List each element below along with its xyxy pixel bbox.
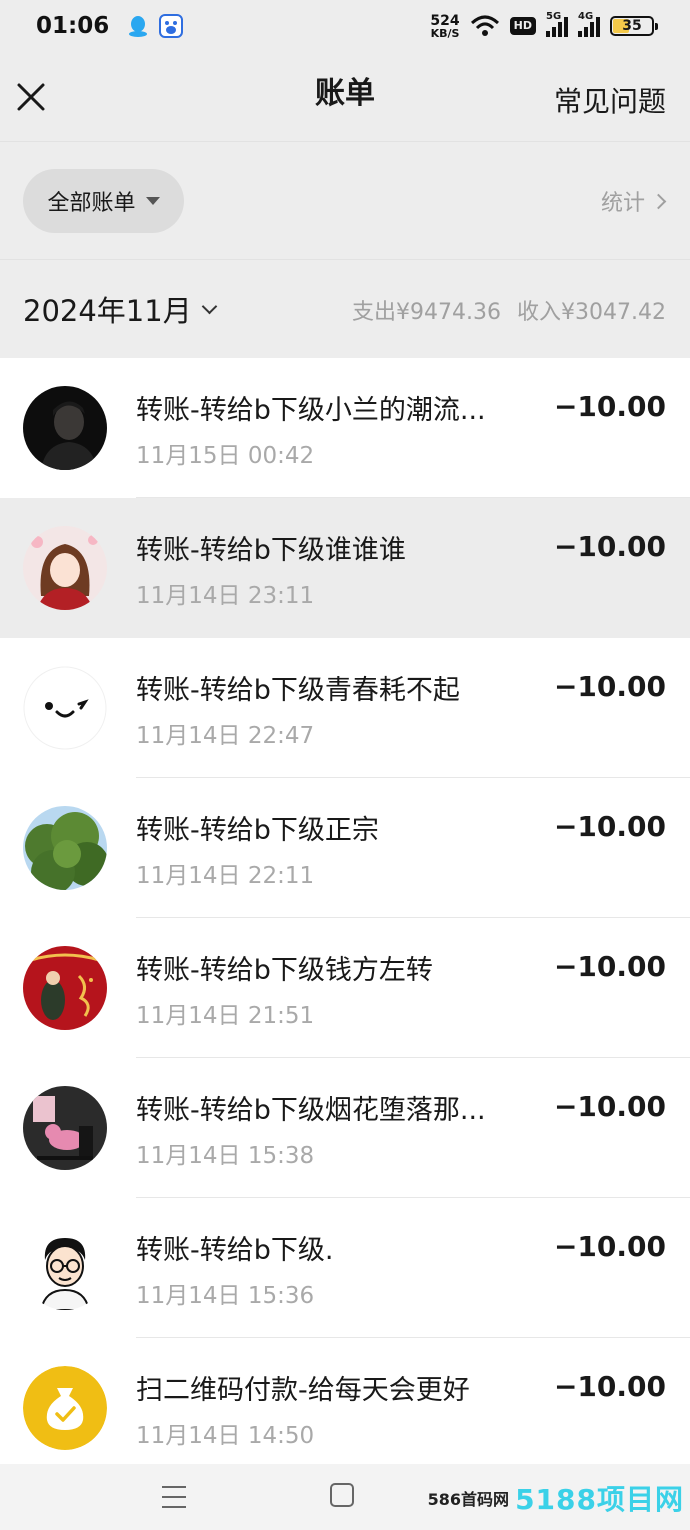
hd-voice-icon: HD <box>509 17 536 35</box>
transaction-row[interactable]: 转账-转给b下级烟花堕落那... 11月14日 15:38 −10.00 <box>0 1058 690 1198</box>
transaction-description: 转账-转给b下级青春耗不起 <box>136 675 460 706</box>
battery-icon: 35 <box>610 16 658 36</box>
transaction-description: 转账-转给b下级正宗 <box>136 815 379 846</box>
transaction-description: 转账-转给b下级. <box>136 1235 334 1266</box>
faq-link[interactable]: 常见问题 <box>554 80 666 120</box>
header: 账单 常见问题 <box>0 52 690 142</box>
transaction-amount: −10.00 <box>553 670 666 703</box>
transaction-description: 转账-转给b下级烟花堕落那... <box>136 1095 486 1126</box>
filter-bar: 全部账单 统计 <box>0 142 690 260</box>
transaction-time: 11月14日 22:11 <box>136 863 315 889</box>
avatar <box>23 386 107 470</box>
transaction-amount: −10.00 <box>553 1230 666 1263</box>
expense-total: 支出¥9474.36 <box>352 300 502 325</box>
transaction-time: 11月14日 15:36 <box>136 1283 315 1309</box>
chevron-right-icon <box>650 193 667 209</box>
wifi-icon <box>470 15 499 36</box>
transaction-row[interactable]: 转账-转给b下级. 11月14日 15:36 −10.00 <box>0 1198 690 1338</box>
transaction-row[interactable]: 转账-转给b下级正宗 11月14日 22:11 −10.00 <box>0 778 690 918</box>
menu-icon[interactable] <box>162 1486 186 1508</box>
transaction-amount: −10.00 <box>553 390 666 423</box>
avatar <box>23 666 107 750</box>
signal-4g-icon: 4G <box>578 11 600 37</box>
bill-type-filter-button[interactable]: 全部账单 <box>23 169 184 233</box>
money-bag-icon <box>23 1366 107 1450</box>
filter-label: 全部账单 <box>47 191 136 216</box>
transaction-row[interactable]: 转账-转给b下级钱方左转 11月14日 21:51 −10.00 <box>0 918 690 1058</box>
transaction-row[interactable]: 转账-转给b下级小兰的潮流... 11月15日 00:42 −10.00 <box>0 358 690 498</box>
status-bar: 01:06 524 KB/S HD 5G 4G 35 <box>0 0 690 52</box>
system-nav-bar: 586首码网 5188项目网 <box>0 1464 690 1530</box>
watermark-logo: 5188项目网 <box>515 1483 684 1516</box>
watermark-text: 586首码网 <box>427 1490 510 1509</box>
transaction-amount: −10.00 <box>553 1370 666 1403</box>
transaction-row[interactable]: 转账-转给b下级青春耗不起 11月14日 22:47 −10.00 <box>0 638 690 778</box>
notification-icons <box>127 14 184 38</box>
transaction-time: 11月14日 22:47 <box>136 723 315 749</box>
clock: 01:06 <box>36 13 110 39</box>
avatar <box>23 806 107 890</box>
transaction-amount: −10.00 <box>553 1090 666 1123</box>
month-selector[interactable]: 2024年11月 <box>23 288 217 330</box>
month-summary-bar: 2024年11月 支出¥9474.36 收入¥3047.42 <box>0 260 690 358</box>
watermark: 586首码网 5188项目网 <box>428 1478 684 1518</box>
month-label: 2024年11月 <box>23 294 192 328</box>
transaction-amount: −10.00 <box>553 950 666 983</box>
transaction-description: 转账-转给b下级小兰的潮流... <box>136 395 486 426</box>
avatar <box>23 1226 107 1310</box>
statistics-link[interactable]: 统计 <box>600 185 667 217</box>
transaction-amount: −10.00 <box>553 810 666 843</box>
transaction-list: 转账-转给b下级小兰的潮流... 11月15日 00:42 −10.00 转账-… <box>0 358 690 1464</box>
transaction-time: 11月14日 23:11 <box>136 583 315 609</box>
month-totals: 支出¥9474.36 收入¥3047.42 <box>352 294 666 326</box>
signal-5g-icon: 5G <box>546 11 568 37</box>
transaction-row[interactable]: 转账-转给b下级谁谁谁 11月14日 23:11 −10.00 <box>0 498 690 638</box>
baidu-icon <box>159 14 184 38</box>
system-icons: 524 KB/S HD 5G 4G 35 <box>430 11 658 40</box>
transaction-row[interactable]: 扫二维码付款-给每天会更好 11月14日 14:50 −10.00 <box>0 1338 690 1464</box>
chevron-down-icon <box>201 298 217 314</box>
caret-down-icon <box>145 197 160 205</box>
income-total: 收入¥3047.42 <box>517 300 666 325</box>
statistics-label: 统计 <box>600 191 645 216</box>
transaction-description: 转账-转给b下级谁谁谁 <box>136 535 406 566</box>
transaction-description: 转账-转给b下级钱方左转 <box>136 955 433 986</box>
transaction-time: 11月14日 15:38 <box>136 1143 315 1169</box>
home-icon[interactable] <box>330 1483 354 1507</box>
transaction-amount: −10.00 <box>553 530 666 563</box>
transaction-description: 扫二维码付款-给每天会更好 <box>136 1375 470 1406</box>
transaction-time: 11月14日 14:50 <box>136 1423 315 1449</box>
qq-icon <box>129 16 148 37</box>
avatar <box>23 946 107 1030</box>
transaction-time: 11月14日 21:51 <box>136 1003 315 1029</box>
avatar <box>23 1086 107 1170</box>
network-speed: 524 KB/S <box>430 12 460 40</box>
avatar <box>23 526 107 610</box>
transaction-time: 11月15日 00:42 <box>136 443 315 469</box>
